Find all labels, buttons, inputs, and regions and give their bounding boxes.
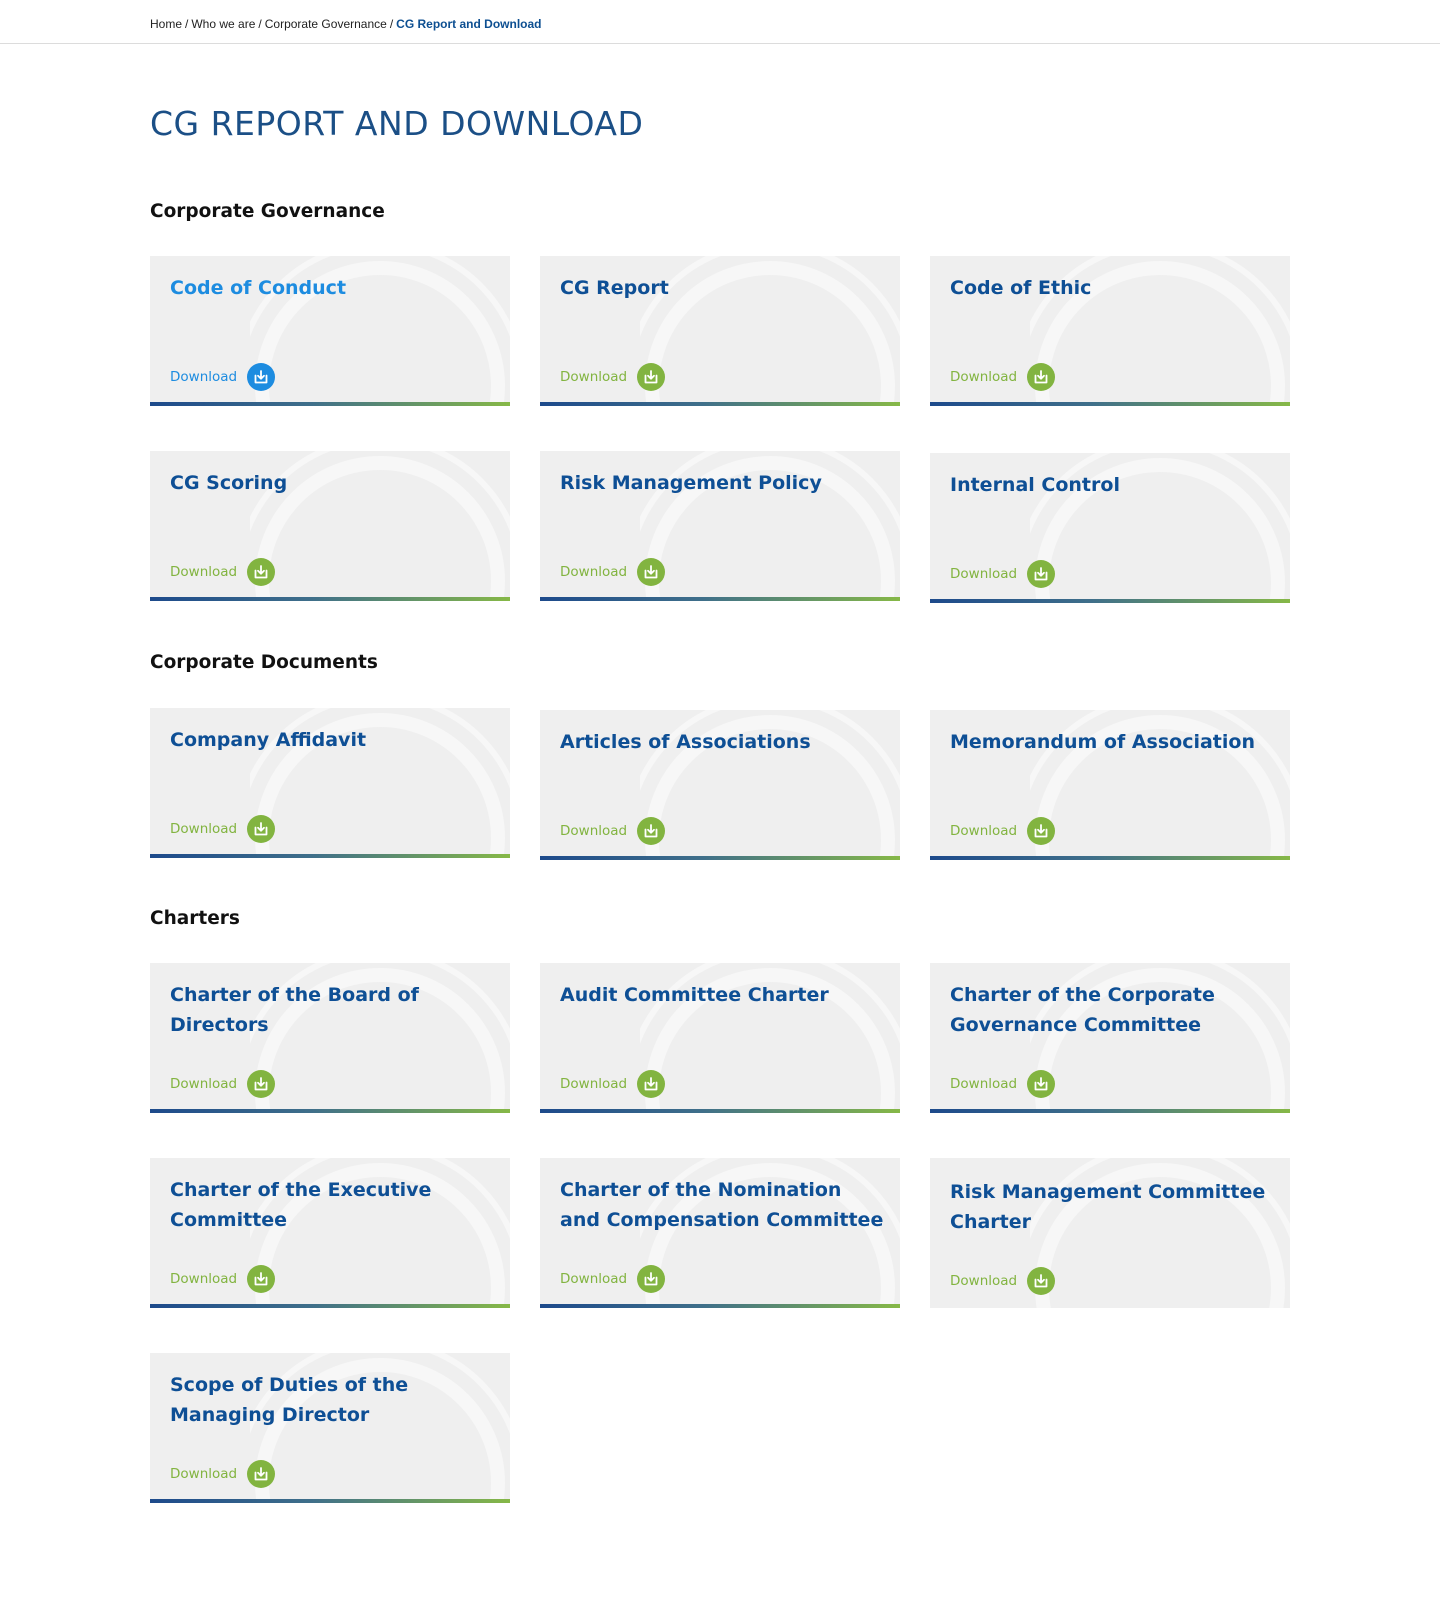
document-card-risk-management-policy[interactable]: Risk Management Policy Download [540, 451, 900, 601]
download-link[interactable]: Download [950, 363, 1055, 391]
download-icon[interactable] [247, 815, 275, 843]
document-card-memorandum-of-association[interactable]: Memorandum of Association Download [930, 710, 1290, 860]
download-link[interactable]: Download [170, 1460, 275, 1488]
card-title[interactable]: Scope of Duties of the Managing Director [170, 1370, 495, 1430]
document-card-charter-nomination-compensation-committee[interactable]: Charter of the Nomination and Compensati… [540, 1158, 900, 1308]
download-link[interactable]: Download [560, 558, 665, 586]
card-title[interactable]: Articles of Associations [560, 727, 885, 757]
document-card-audit-committee-charter[interactable]: Audit Committee Charter Download [540, 963, 900, 1113]
download-label[interactable]: Download [560, 564, 637, 580]
download-label[interactable]: Download [170, 1076, 247, 1092]
card-title[interactable]: Code of Ethic [950, 273, 1275, 303]
download-label[interactable]: Download [560, 823, 637, 839]
card-title[interactable]: CG Report [560, 273, 885, 303]
download-link[interactable]: Download [950, 1070, 1055, 1098]
download-link[interactable]: Download [560, 1265, 665, 1293]
download-link[interactable]: Download [950, 817, 1055, 845]
download-icon[interactable] [1027, 560, 1055, 588]
download-icon[interactable] [637, 1070, 665, 1098]
breadcrumb-who-we-are[interactable]: Who we are [191, 17, 255, 31]
breadcrumb-home[interactable]: Home [150, 17, 182, 31]
download-label[interactable]: Download [950, 1273, 1027, 1289]
download-icon[interactable] [247, 363, 275, 391]
section-title-charters: Charters [150, 908, 240, 929]
card-title[interactable]: Risk Management Policy [560, 468, 885, 498]
download-label[interactable]: Download [170, 1271, 247, 1287]
section-title-corporate-documents: Corporate Documents [150, 652, 378, 673]
download-link[interactable]: Download [560, 1070, 665, 1098]
download-icon[interactable] [1027, 817, 1055, 845]
download-label[interactable]: Download [950, 369, 1027, 385]
download-link[interactable]: Download [560, 817, 665, 845]
page-title: CG REPORT AND DOWNLOAD [150, 104, 644, 143]
card-title[interactable]: Risk Management Committee Charter [950, 1177, 1275, 1237]
card-title[interactable]: Internal Control [950, 470, 1275, 500]
breadcrumb-separator: / [389, 17, 394, 31]
card-title[interactable]: Charter of the Executive Committee [170, 1175, 495, 1235]
breadcrumb: Home / Who we are / Corporate Governance / CG … [150, 17, 542, 31]
download-icon[interactable] [637, 363, 665, 391]
document-card-code-of-conduct[interactable]: Code of Conduct Download [150, 256, 510, 406]
document-card-code-of-ethic[interactable]: Code of Ethic Download [930, 256, 1290, 406]
card-title[interactable]: Audit Committee Charter [560, 980, 885, 1010]
download-icon[interactable] [637, 817, 665, 845]
download-link[interactable]: Download [170, 363, 275, 391]
download-icon[interactable] [247, 1070, 275, 1098]
document-card-cg-scoring[interactable]: CG Scoring Download [150, 451, 510, 601]
download-label[interactable]: Download [560, 1271, 637, 1287]
download-label[interactable]: Download [170, 369, 247, 385]
breadcrumb-separator: / [185, 17, 189, 31]
download-icon[interactable] [247, 1460, 275, 1488]
card-title[interactable]: Charter of the Corporate Governance Comm… [950, 980, 1275, 1040]
download-icon[interactable] [1027, 1267, 1055, 1295]
card-title[interactable]: Code of Conduct [170, 273, 495, 303]
download-link[interactable]: Download [170, 1070, 275, 1098]
breadcrumb-separator: / [258, 17, 262, 31]
download-link[interactable]: Download [950, 1267, 1055, 1295]
download-label[interactable]: Download [560, 1076, 637, 1092]
breadcrumb-current: CG Report and Download [396, 17, 542, 31]
download-label[interactable]: Download [950, 566, 1027, 582]
download-link[interactable]: Download [170, 815, 275, 843]
download-link[interactable]: Download [170, 558, 275, 586]
card-title[interactable]: Charter of the Nomination and Compensati… [560, 1175, 885, 1235]
download-label[interactable]: Download [950, 823, 1027, 839]
download-icon[interactable] [1027, 1070, 1055, 1098]
document-card-cg-report[interactable]: CG Report Download [540, 256, 900, 406]
download-icon[interactable] [247, 1265, 275, 1293]
download-icon[interactable] [637, 1265, 665, 1293]
download-label[interactable]: Download [560, 369, 637, 385]
document-card-charter-corporate-governance-committee[interactable]: Charter of the Corporate Governance Comm… [930, 963, 1290, 1113]
document-card-charter-board-of-directors[interactable]: Charter of the Board of Directors Downlo… [150, 963, 510, 1113]
download-icon[interactable] [1027, 363, 1055, 391]
download-link[interactable]: Download [170, 1265, 275, 1293]
breadcrumb-corporate-governance[interactable]: Corporate Governance [265, 17, 387, 31]
card-title[interactable]: CG Scoring [170, 468, 495, 498]
document-card-articles-of-associations[interactable]: Articles of Associations Download [540, 710, 900, 860]
section-title-corporate-governance: Corporate Governance [150, 201, 385, 222]
download-link[interactable]: Download [950, 560, 1055, 588]
download-label[interactable]: Download [170, 564, 247, 580]
card-title[interactable]: Charter of the Board of Directors [170, 980, 495, 1040]
download-label[interactable]: Download [170, 821, 247, 837]
card-title[interactable]: Company Affidavit [170, 725, 495, 755]
download-icon[interactable] [637, 558, 665, 586]
document-card-scope-of-duties-managing-director[interactable]: Scope of Duties of the Managing Director… [150, 1353, 510, 1503]
download-label[interactable]: Download [170, 1466, 247, 1482]
card-title[interactable]: Memorandum of Association [950, 727, 1275, 757]
download-icon[interactable] [247, 558, 275, 586]
download-label[interactable]: Download [950, 1076, 1027, 1092]
download-link[interactable]: Download [560, 363, 665, 391]
breadcrumb-bar: Home / Who we are / Corporate Governance / CG … [0, 0, 1440, 44]
document-card-charter-executive-committee[interactable]: Charter of the Executive Committee Downl… [150, 1158, 510, 1308]
document-card-company-affidavit[interactable]: Company Affidavit Download [150, 708, 510, 858]
document-card-risk-management-committee-charter[interactable]: Risk Management Committee Charter Downlo… [930, 1158, 1290, 1308]
document-card-internal-control[interactable]: Internal Control Download [930, 453, 1290, 603]
